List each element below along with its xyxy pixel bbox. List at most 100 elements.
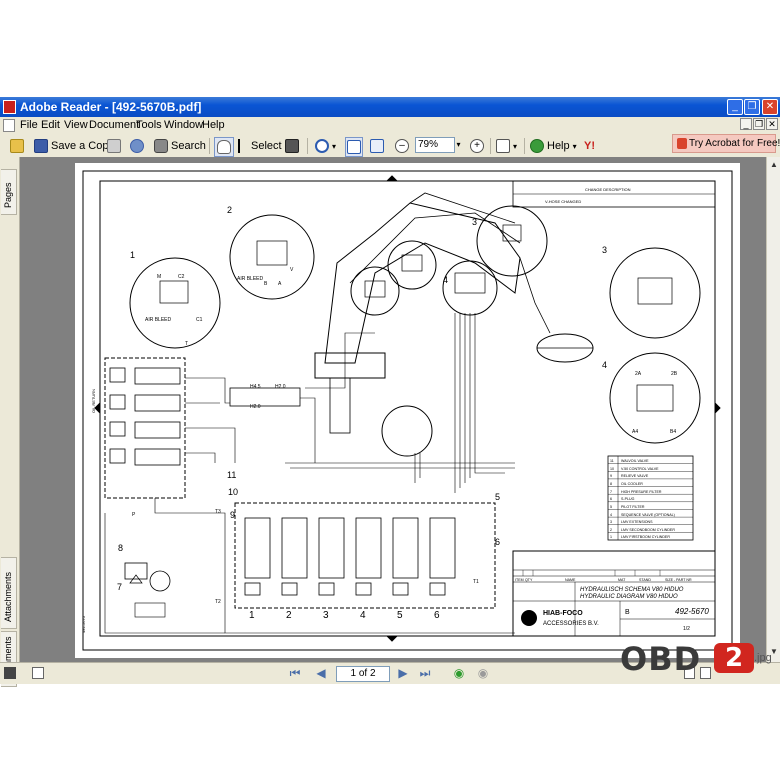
label-m: M	[157, 274, 161, 280]
legend-no-11: 11	[610, 459, 614, 463]
doc-restore-button[interactable]: ❐	[753, 118, 765, 130]
toolbar-separator	[490, 138, 491, 154]
last-page-button[interactable]: ⏭	[418, 666, 432, 681]
title-col-part: SIZE - PART NR	[665, 578, 692, 582]
actual-size-button[interactable]	[345, 137, 363, 157]
acrobat-icon	[677, 138, 687, 149]
title-col-item: ITEM	[515, 578, 524, 582]
page-size-icon	[32, 667, 44, 679]
search-label: Search	[171, 140, 206, 152]
minimize-button[interactable]: _	[727, 99, 743, 115]
scroll-up-icon[interactable]: ▲	[769, 160, 779, 170]
help-label: Help	[547, 140, 570, 152]
callout-7: 7	[117, 582, 122, 592]
section-number-6: 6	[434, 610, 440, 621]
menu-help[interactable]: Help	[202, 119, 225, 131]
panel-toggle-icon[interactable]	[4, 667, 16, 679]
zoom-level-input[interactable]: 79%	[415, 137, 455, 153]
callout-5: 5	[495, 492, 500, 502]
help-icon	[530, 139, 544, 153]
save-copy-button[interactable]: Save a Copy	[34, 137, 114, 155]
next-page-button[interactable]: ▶	[396, 666, 410, 681]
zoom-out-button[interactable]: –	[395, 137, 412, 155]
pages-tab-label: Pages	[3, 182, 13, 208]
adobe-reader-app-icon	[3, 100, 16, 114]
previous-page-icon: ◀	[316, 666, 326, 680]
back-arrow-icon: ◉	[453, 666, 465, 680]
toolbar-separator	[524, 138, 525, 154]
legend-no-1: 1	[610, 535, 612, 539]
menu-window[interactable]: Window	[164, 119, 203, 131]
zoom-in-button[interactable]: +	[470, 137, 487, 155]
label-t: T	[185, 341, 188, 347]
legend-text-6: S-PLUG	[621, 497, 635, 501]
email-button[interactable]	[130, 137, 147, 155]
camera-icon	[285, 139, 299, 153]
previous-page-button[interactable]: ◀	[314, 666, 328, 681]
doc-close-button[interactable]: ✕	[766, 118, 778, 130]
menu-edit[interactable]: Edit	[41, 119, 60, 131]
title-en: HYDRAULIC DIAGRAM V80 HIDUO	[580, 594, 678, 600]
title-col-name: NAME	[565, 578, 576, 582]
document-view[interactable]: CHANGE DESCRIPTION V-HOSE CHANGED 1 2 3 …	[20, 157, 766, 662]
go-back-button[interactable]: ◉	[452, 666, 466, 681]
legend-no-10: 10	[610, 467, 614, 471]
printer-icon	[107, 139, 121, 153]
page-number-input[interactable]: 1 of 2	[336, 666, 390, 682]
open-button[interactable]	[10, 137, 27, 155]
menu-tools[interactable]: Tools	[136, 119, 162, 131]
maximize-button[interactable]: ❐	[744, 99, 760, 115]
callout-4-boom: 4	[443, 275, 448, 285]
yahoo-toolbar-button[interactable]: Y!	[584, 137, 595, 155]
help-button[interactable]: Help ▾	[530, 137, 577, 155]
navigation-panel: Pages Attachments Comments	[0, 157, 20, 687]
plus-icon: +	[470, 139, 484, 153]
next-page-icon: ▶	[398, 666, 408, 680]
select-tool-button[interactable]: Select	[238, 137, 282, 155]
last-page-icon: ⏭	[419, 666, 431, 680]
section-number-4: 4	[360, 610, 366, 621]
magnifier-icon	[315, 139, 329, 153]
label-2b: 2B	[671, 371, 678, 377]
title-bar[interactable]: Adobe Reader - [492-5670B.pdf] _ ❐ ✕	[0, 97, 780, 117]
legend-text-5: PILOT FILTER	[621, 505, 645, 509]
callout-9: 9	[230, 510, 235, 520]
legend-text-1: LMV FIRSTBOOM CYLINDER	[621, 535, 670, 539]
watermark-brand: OBD	[620, 640, 702, 678]
search-button[interactable]: Search	[154, 137, 206, 155]
zoom-in-tool-button[interactable]: ▾	[315, 137, 336, 155]
label-p: P	[132, 512, 136, 518]
legend-no-8: 8	[610, 482, 612, 486]
fit-page-button[interactable]	[370, 137, 387, 155]
legend-no-5: 5	[610, 505, 612, 509]
doc-minimize-button[interactable]: _	[740, 118, 752, 130]
chevron-down-icon: ▾	[513, 141, 518, 151]
legend-text-2: LMV SECONDBOOM CYLINDER	[621, 528, 675, 532]
hand-tool-button[interactable]	[214, 137, 234, 157]
attachments-tab[interactable]: Attachments	[1, 557, 17, 629]
go-forward-button[interactable]: ◉	[476, 666, 490, 681]
zoom-dropdown-icon[interactable]: ▾	[453, 137, 464, 153]
menu-file[interactable]: File	[20, 119, 38, 131]
section-number-2: 2	[286, 610, 292, 621]
fit-page-icon	[370, 139, 384, 153]
menu-document[interactable]: Document	[89, 119, 139, 131]
company-name: HIAB-FOCO	[543, 610, 583, 617]
hiab-logo-icon	[521, 610, 537, 626]
section-number-1: 1	[249, 610, 255, 621]
drawing-number: 492-5670	[675, 607, 709, 616]
snapshot-button[interactable]	[285, 137, 302, 155]
first-page-button[interactable]: ⏮	[288, 666, 302, 681]
label-a: A	[278, 281, 282, 287]
revision-header: CHANGE DESCRIPTION	[585, 187, 631, 192]
toolbar-separator	[209, 138, 210, 154]
menu-view[interactable]: View	[64, 119, 88, 131]
select-label: Select	[251, 140, 282, 152]
try-acrobat-button[interactable]: Try Acrobat for Free!	[672, 134, 780, 153]
page-layout-button[interactable]: ▾	[496, 137, 517, 155]
vertical-scrollbar[interactable]: ▲ ▼	[766, 157, 780, 662]
close-button[interactable]: ✕	[762, 99, 778, 115]
legend-text-9: RELIEVE VALVE	[621, 474, 649, 478]
pages-tab[interactable]: Pages	[1, 169, 17, 215]
print-button[interactable]	[107, 137, 124, 155]
